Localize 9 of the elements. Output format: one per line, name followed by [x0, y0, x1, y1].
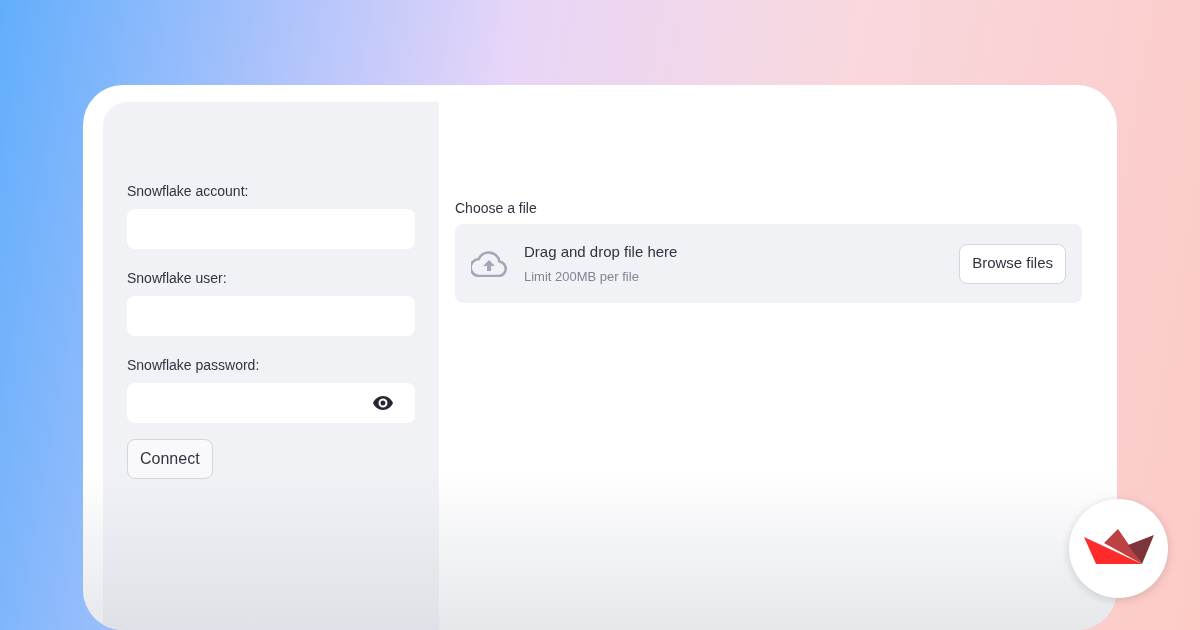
- browse-files-button[interactable]: Browse files: [959, 243, 1066, 284]
- field-label: Snowflake password:: [127, 356, 261, 374]
- dropzone-hint: Limit 200MB per file: [524, 267, 640, 286]
- field-label: Snowflake account:: [127, 182, 250, 200]
- file-dropzone[interactable]: Drag and drop file here Limit 200MB per file Browse files: [455, 224, 1082, 303]
- uploader-label: Choose a file: [455, 199, 538, 217]
- connect-button[interactable]: Connect: [127, 439, 213, 479]
- dropzone-title: Drag and drop file here: [524, 241, 679, 262]
- field-label: Snowflake user:: [127, 269, 228, 287]
